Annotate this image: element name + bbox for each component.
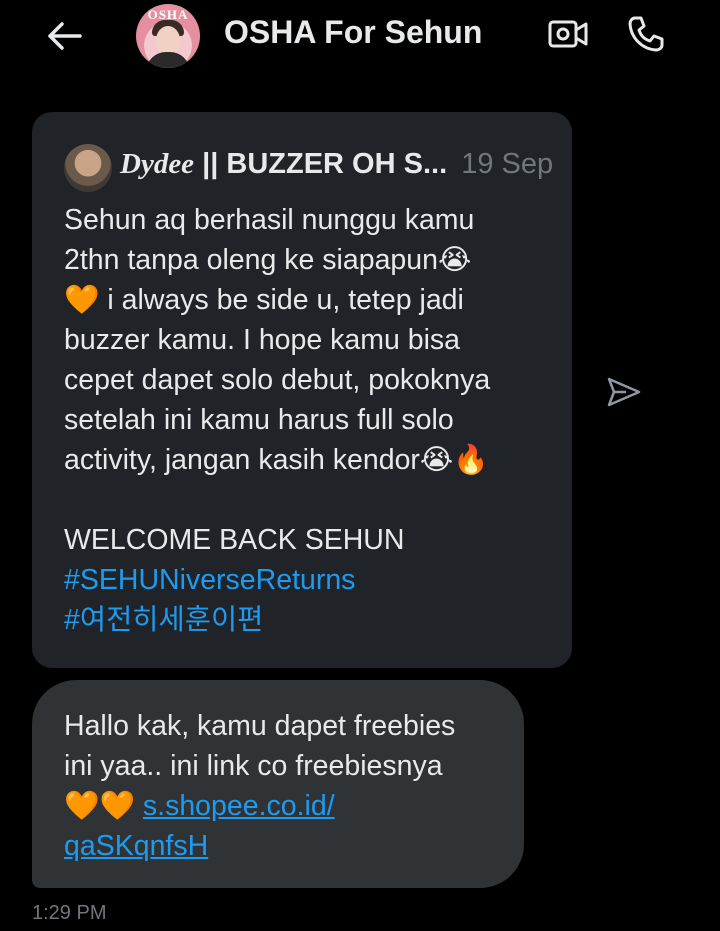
heart-emoji: 🧡🧡 — [64, 789, 135, 822]
post-text-line: WELCOME BACK SEHUN — [64, 524, 405, 556]
video-call-button[interactable] — [546, 12, 590, 56]
avatar-logo-text: OSHA — [147, 7, 189, 22]
quoted-post-date: 19 Sep — [461, 148, 554, 180]
message-line-with-link: 🧡🧡 s.shopee.co.id/ — [64, 786, 514, 826]
message-timestamp: 1:29 PM — [32, 902, 107, 924]
shared-post-card[interactable]: Dydee || BUZZER OH S... 19 Sep Sehun aq … — [32, 112, 572, 668]
video-call-icon — [548, 20, 588, 48]
message-bubble[interactable]: Hallo kak, kamu dapet freebies ini yaa..… — [32, 680, 524, 888]
conversation-header: OSHA OSHA For Sehun — [0, 0, 720, 72]
arrow-left-icon — [48, 22, 82, 50]
quoted-author-avatar[interactable] — [64, 144, 112, 192]
back-button[interactable] — [40, 14, 88, 58]
phone-icon — [628, 16, 664, 52]
post-text-blank-line — [64, 480, 564, 520]
send-icon — [607, 377, 641, 407]
shopee-link[interactable]: s.shopee.co.id/ — [143, 790, 335, 822]
message-line: ini yaa.. ini link co freebiesnya — [64, 750, 443, 782]
message-line: Hallo kak, kamu dapet freebies — [64, 710, 456, 742]
post-text-line: buzzer kamu. I hope kamu bisa — [64, 324, 461, 356]
quoted-post-text: Sehun aq berhasil nunggu kamu 2thn tanpa… — [64, 200, 564, 640]
post-text-line: activity, jangan kasih kendor😭🔥 — [64, 444, 489, 476]
voice-call-button[interactable] — [624, 12, 668, 56]
conversation-avatar[interactable]: OSHA — [136, 4, 200, 68]
message-line: qaSKqnfsH — [64, 826, 514, 866]
quoted-author-name-script: Dydee — [120, 148, 195, 180]
post-text-line: cepet dapet solo debut, pokoknya — [64, 364, 491, 396]
post-text-line: 🧡 i always be side u, tetep jadi — [64, 284, 464, 316]
post-text-line: Sehun aq berhasil nunggu kamu — [64, 204, 475, 236]
share-button[interactable] — [600, 368, 648, 416]
shopee-link-continued[interactable]: qaSKqnfsH — [64, 830, 208, 862]
avatar-face-shape — [156, 26, 180, 54]
post-text-line: setelah ini kamu harus full solo — [64, 404, 454, 436]
conversation-title[interactable]: OSHA For Sehun — [224, 14, 482, 51]
post-text-line: 2thn tanpa oleng ke siapapun😭 — [64, 244, 472, 276]
avatar-shirt-shape — [146, 52, 190, 68]
hashtag-link[interactable]: #SEHUNiverseReturns — [64, 560, 564, 600]
quoted-author-name: || BUZZER OH S... — [194, 148, 448, 180]
message-text: Hallo kak, kamu dapet freebies ini yaa..… — [64, 706, 514, 866]
quoted-post-header: Dydee || BUZZER OH S... 19 Sep — [120, 148, 553, 181]
hashtag-link[interactable]: #여전히세훈이편 — [64, 600, 564, 640]
